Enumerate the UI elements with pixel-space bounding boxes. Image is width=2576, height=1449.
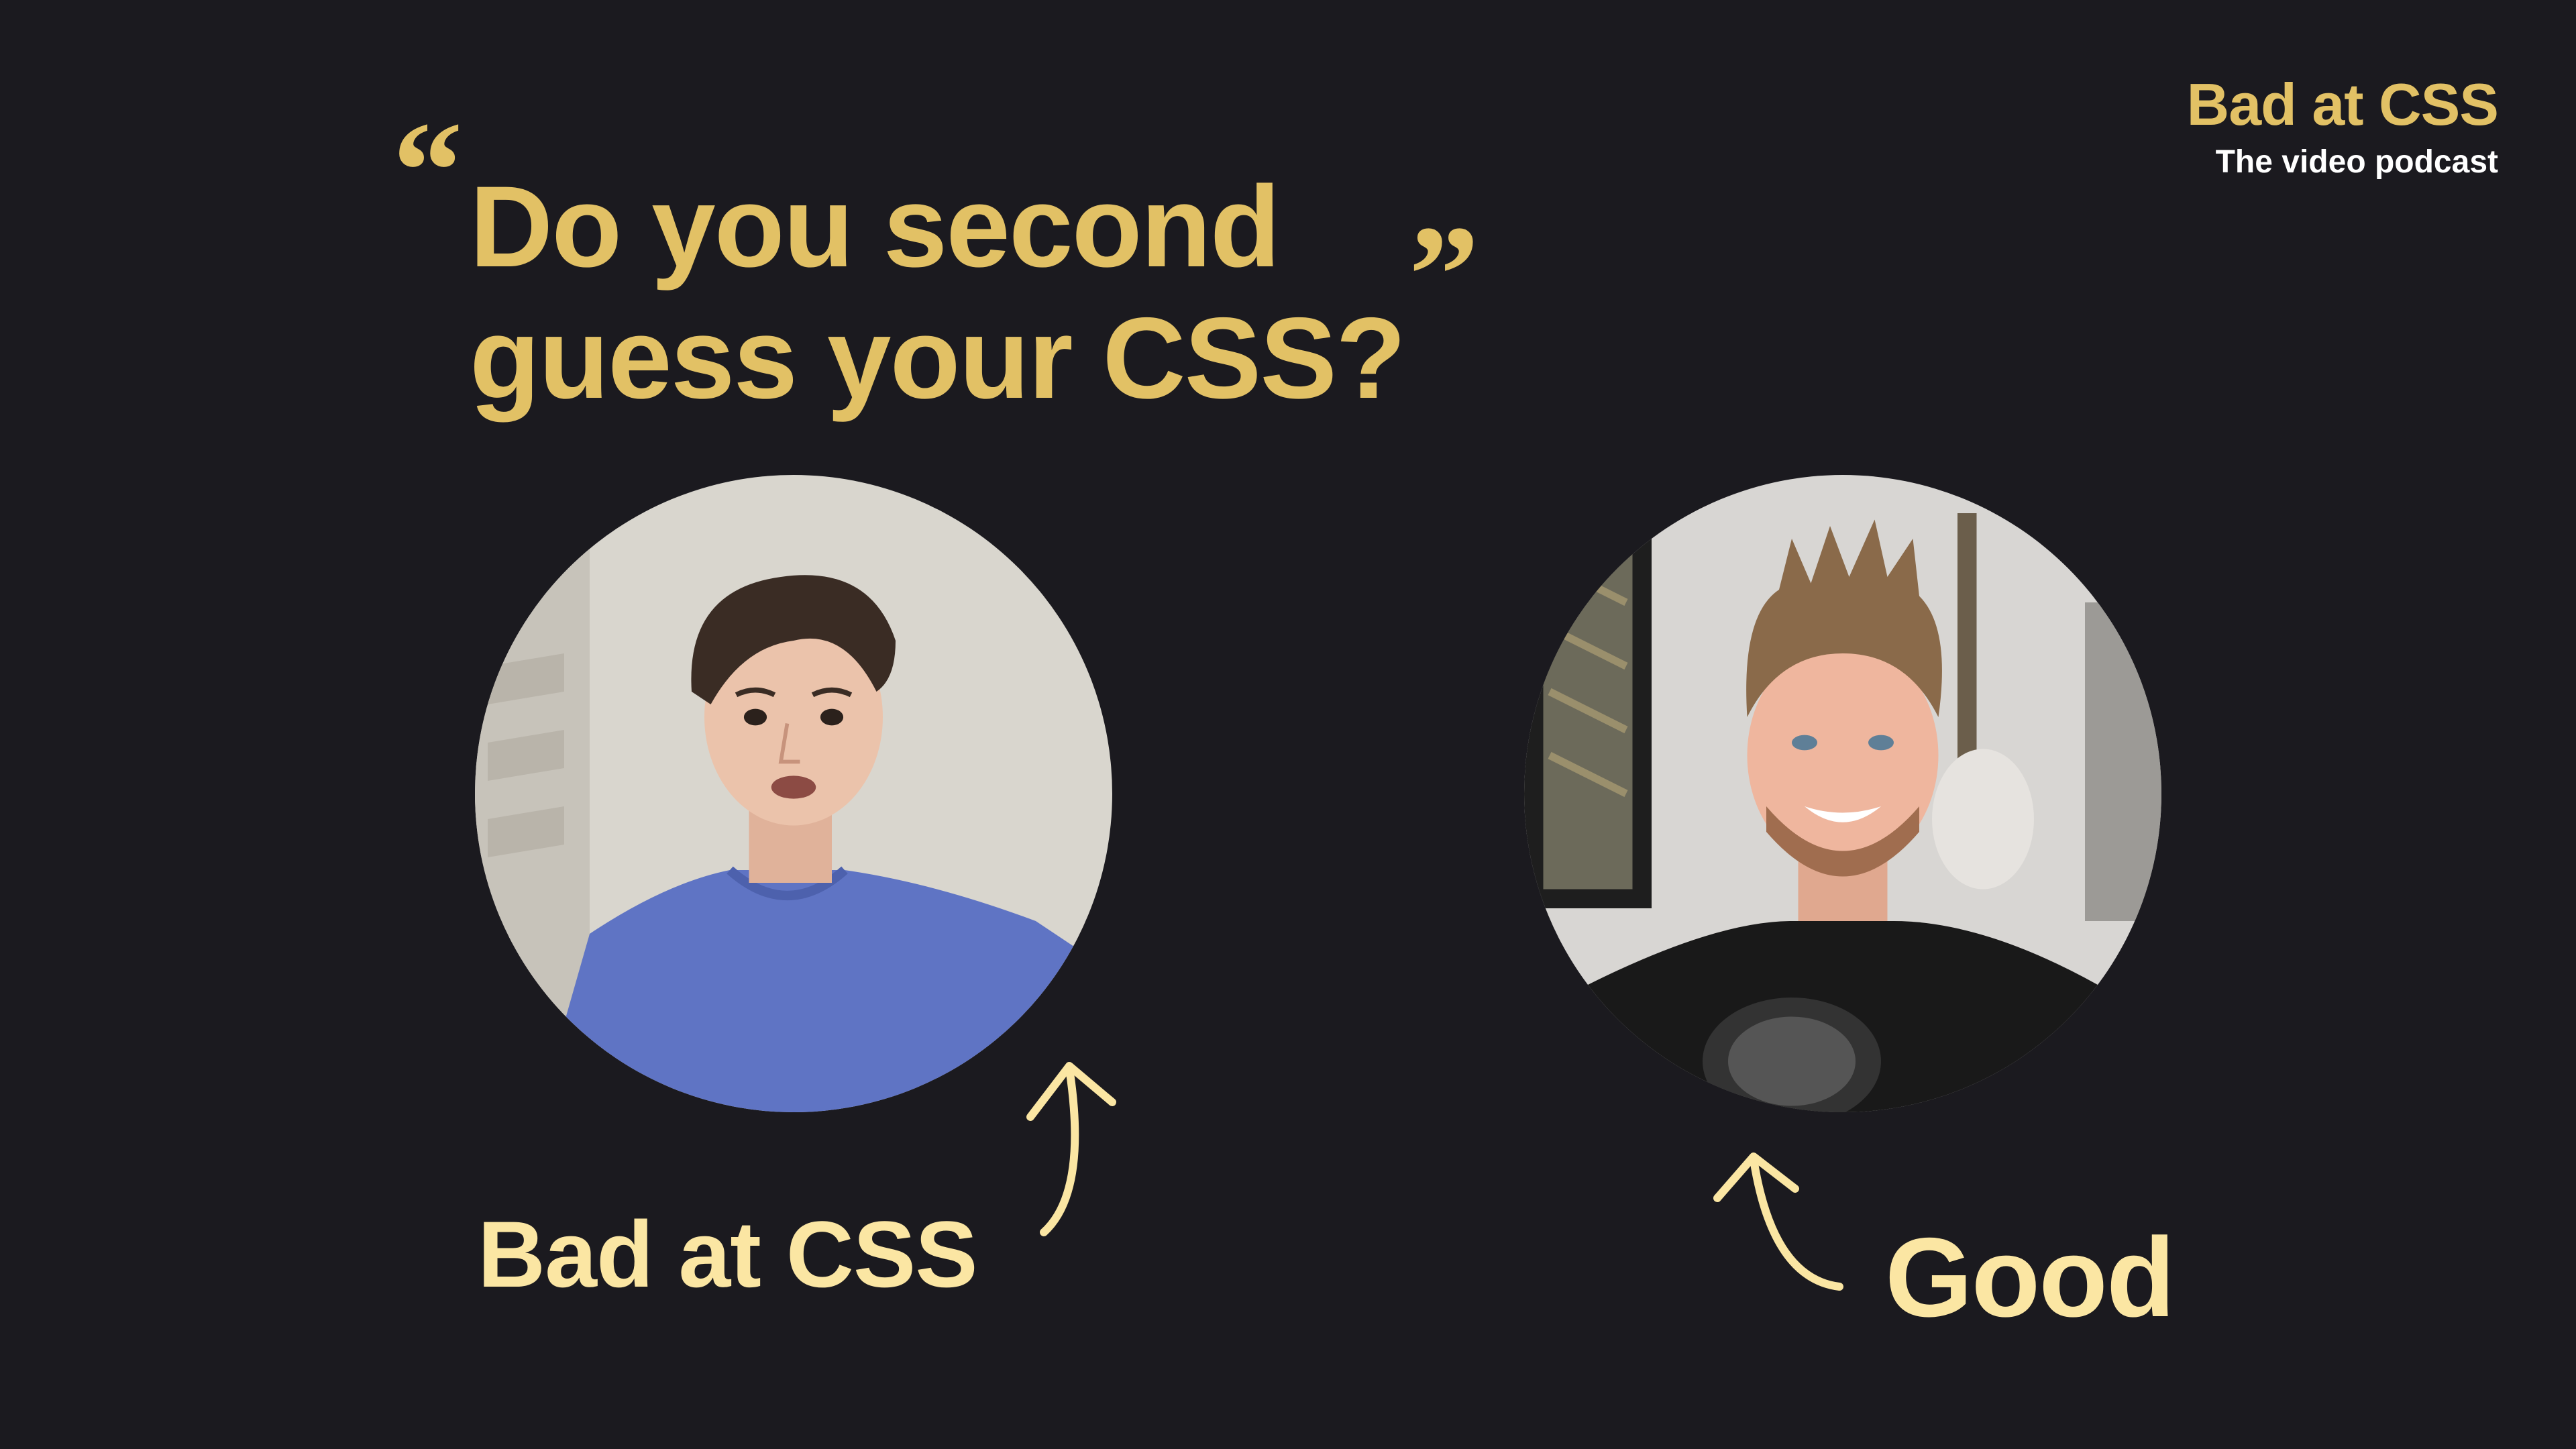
open-quote-mark: “	[392, 93, 463, 249]
host-avatar-left	[475, 475, 1112, 1112]
close-quote-mark: ”	[1409, 197, 1479, 353]
host-label-left: Bad at CSS	[478, 1201, 978, 1307]
brand-subtitle: The video podcast	[2215, 144, 2498, 180]
host-portrait-left-image	[475, 475, 1112, 1112]
host-portrait-right-image	[1524, 475, 2161, 1112]
headline-line-1: Do you second	[470, 162, 1281, 291]
headline: Do you second guess your CSS?	[470, 161, 1406, 424]
brand-lockup: Bad at CSS The video podcast	[2186, 71, 2499, 180]
arrow-up-right-label-icon	[1697, 1134, 1858, 1295]
brand-title: Bad at CSS	[2186, 71, 2499, 138]
host-label-right: Good	[1885, 1214, 2176, 1340]
arrow-up-left-label-icon	[1013, 1043, 1120, 1244]
host-avatar-right	[1524, 475, 2161, 1112]
headline-line-2: guess your CSS?	[470, 294, 1406, 423]
